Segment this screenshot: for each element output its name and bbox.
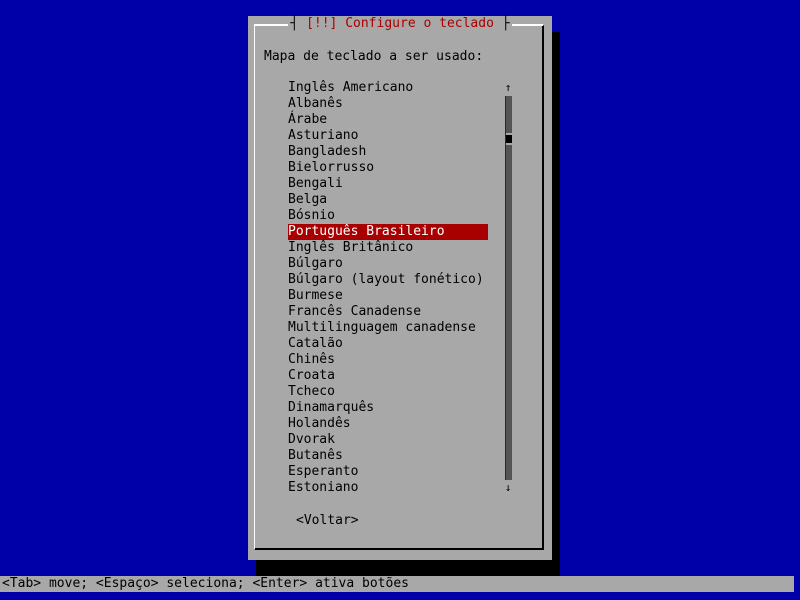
keymap-option[interactable]: Inglês Britânico (288, 240, 488, 256)
keymap-prompt: Mapa de teclado a ser usado: (264, 49, 484, 64)
scrollbar[interactable]: ↑ ↓ (504, 80, 512, 496)
keyboard-config-dialog: ┤ [!!] Configure o teclado ├ Mapa de tec… (248, 16, 552, 560)
status-bar-help: <Tab> move; <Espaço> seleciona; <Enter> … (0, 576, 794, 592)
keymap-option[interactable]: Português Brasileiro (288, 224, 488, 240)
keymap-option[interactable]: Dvorak (288, 432, 488, 448)
keymap-option[interactable]: Búlgaro (layout fonético) (288, 272, 488, 288)
back-button[interactable]: <Voltar> (296, 513, 359, 529)
scroll-thumb[interactable] (506, 133, 512, 145)
keymap-option[interactable]: Inglês Americano (288, 80, 488, 96)
dialog-title-bar: ┤ [!!] Configure o teclado ├ (288, 16, 512, 32)
scroll-down-arrow-icon[interactable]: ↓ (502, 480, 514, 496)
keymap-option[interactable]: Belga (288, 192, 488, 208)
keymap-option[interactable]: Croata (288, 368, 488, 384)
scroll-track[interactable] (505, 96, 512, 480)
keymap-option[interactable]: Búlgaro (288, 256, 488, 272)
keymap-option[interactable]: Multilinguagem canadense (288, 320, 488, 336)
keymap-option[interactable]: Bielorrusso (288, 160, 488, 176)
keymap-option[interactable]: Esperanto (288, 464, 488, 480)
keymap-option[interactable]: Holandês (288, 416, 488, 432)
keymap-option[interactable]: Asturiano (288, 128, 488, 144)
dialog-title: Configure o teclado (345, 16, 494, 31)
keymap-option[interactable]: Chinês (288, 352, 488, 368)
keymap-option[interactable]: Estoniano (288, 480, 488, 496)
keymap-option[interactable]: Albanês (288, 96, 488, 112)
alert-marker: [!!] (306, 16, 338, 31)
keymap-option[interactable]: Francês Canadense (288, 304, 488, 320)
keymap-list[interactable]: Inglês Americano Albanês Árabe Asturiano Ban… (288, 80, 488, 496)
keymap-option[interactable]: Catalão (288, 336, 488, 352)
keymap-option[interactable]: Dinamarquês (288, 400, 488, 416)
keymap-option[interactable]: Butanês (288, 448, 488, 464)
scroll-up-arrow-icon[interactable]: ↑ (502, 80, 514, 96)
keymap-option[interactable]: Tcheco (288, 384, 488, 400)
keymap-option[interactable]: Burmese (288, 288, 488, 304)
keymap-option[interactable]: Bengali (288, 176, 488, 192)
keymap-option[interactable]: Árabe (288, 112, 488, 128)
keymap-option[interactable]: Bósnio (288, 208, 488, 224)
keymap-option[interactable]: Bangladesh (288, 144, 488, 160)
installer-screen: ┤ [!!] Configure o teclado ├ Mapa de tec… (0, 0, 800, 600)
